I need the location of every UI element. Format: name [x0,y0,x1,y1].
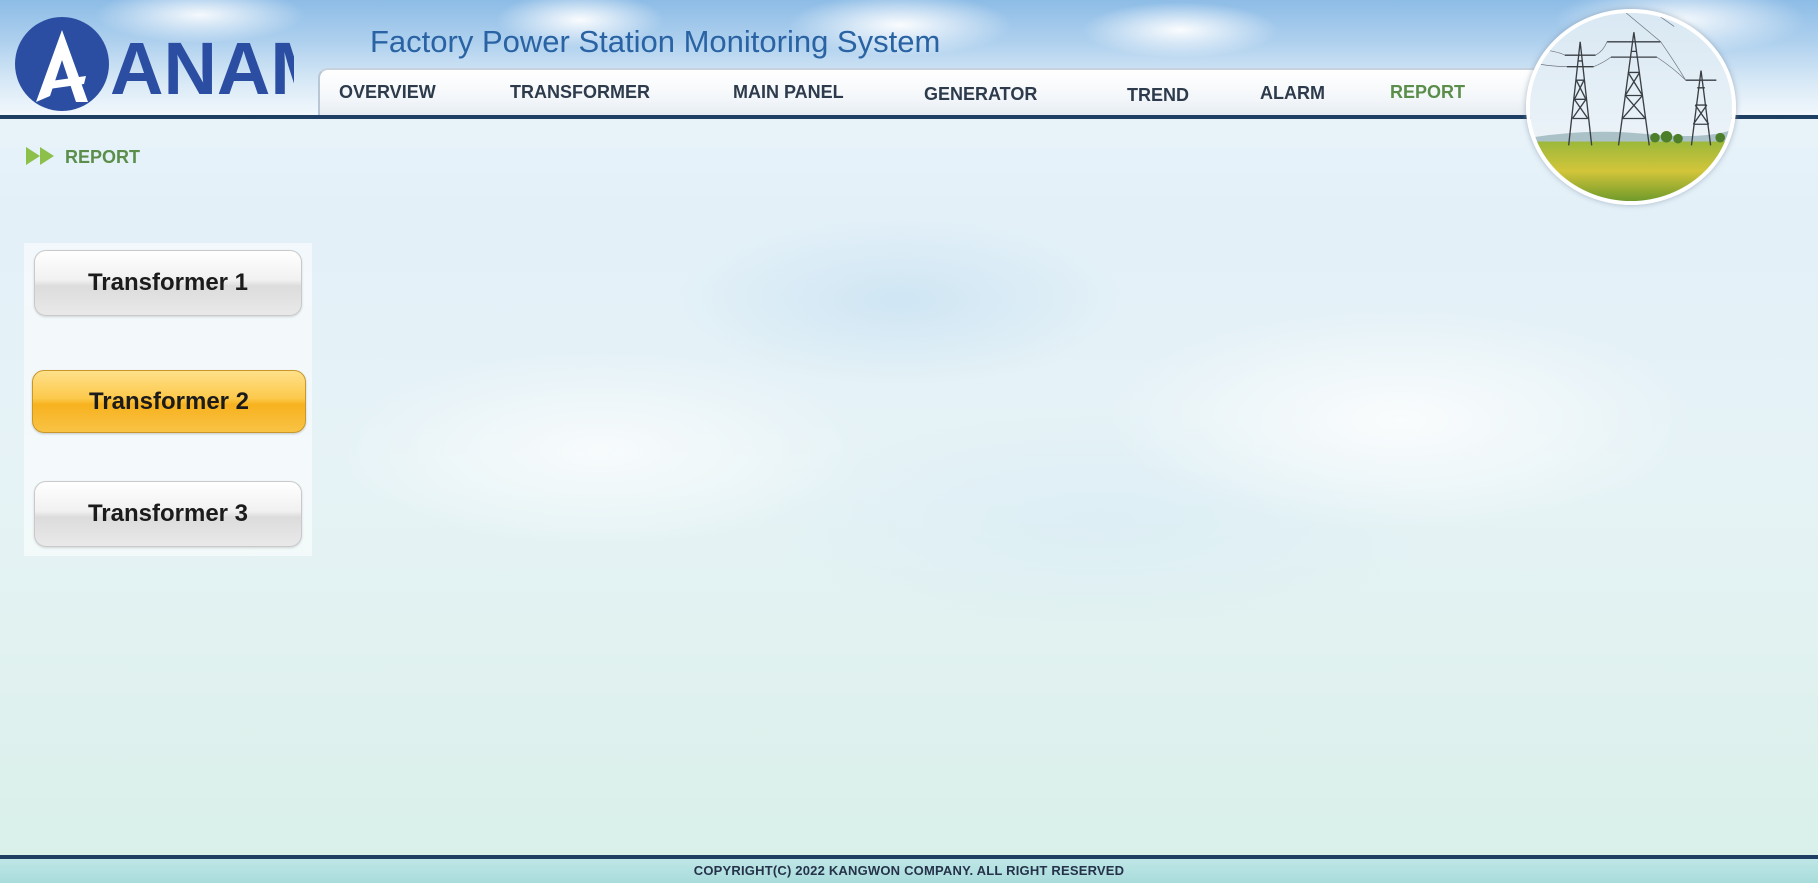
transformer-2-label: Transformer 2 [88,387,250,415]
power-tower-image [1526,9,1736,205]
logo-text: ANAM [110,27,294,110]
nav-generator[interactable]: GENERATOR [924,84,1037,105]
copyright-text: COPYRIGHT(C) 2022 KANGWON COMPANY. ALL R… [693,863,1125,878]
page: ANAM Factory Power Station Monitoring Sy… [0,0,1818,883]
transformer-button-panel: Transformer 1 Transformer 2 Transformer … [24,243,312,556]
double-arrow-icon [26,147,54,165]
nav-overview[interactable]: OVERVIEW [339,82,436,103]
nav-transformer[interactable]: TRANSFORMER [510,82,650,103]
system-title: Factory Power Station Monitoring System [370,24,941,59]
power-tower-icon [1530,13,1732,201]
nav-main-panel[interactable]: MAIN PANEL [733,82,844,103]
nav-alarm[interactable]: ALARM [1260,83,1325,104]
transformer-2-button[interactable]: Transformer 2 [32,370,306,433]
transformer-1-button[interactable]: Transformer 1 [34,250,302,316]
transformer-3-button[interactable]: Transformer 3 [34,481,302,547]
footer: COPYRIGHT(C) 2022 KANGWON COMPANY. ALL R… [0,859,1818,883]
section-title: REPORT [65,147,141,167]
anam-logo: ANAM [15,17,294,111]
transformer-3-label: Transformer 3 [87,500,249,527]
nav-report[interactable]: REPORT [1390,82,1465,103]
transformer-1-label: Transformer 1 [87,269,249,296]
nav-trend[interactable]: TREND [1127,85,1189,106]
